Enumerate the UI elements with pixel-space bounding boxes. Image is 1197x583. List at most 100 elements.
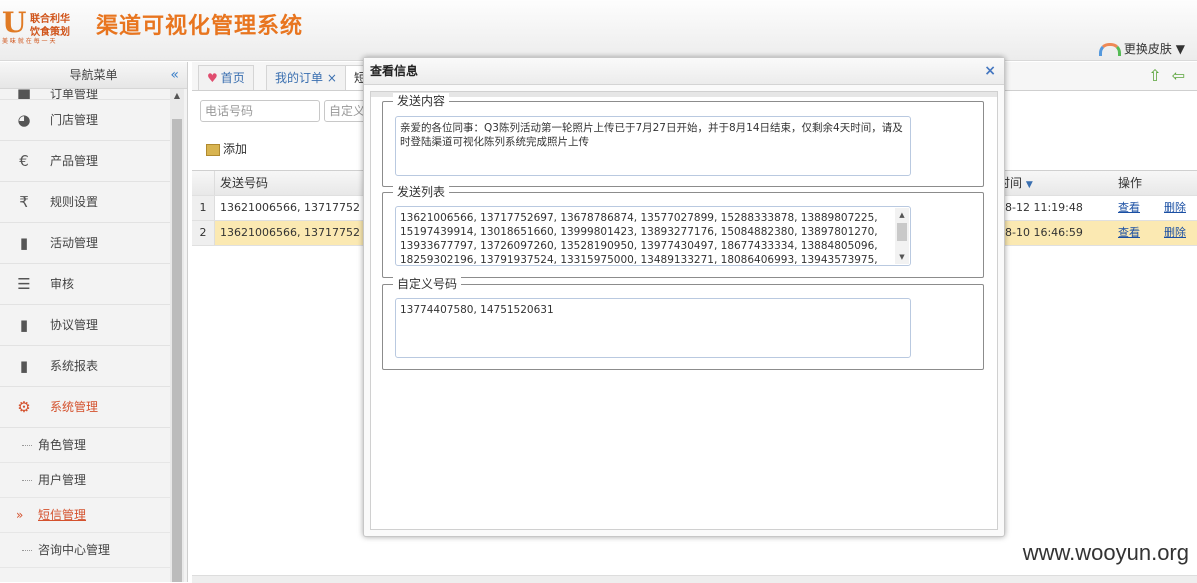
row-ops-cell: 查看 删除	[1118, 221, 1197, 245]
sidebar-scroll-thumb[interactable]	[172, 119, 182, 582]
send-list-scrollbar[interactable]: ▲ ▼	[895, 208, 909, 264]
scroll-up-arrow-icon[interactable]: ▲	[170, 91, 184, 100]
tab-home[interactable]: ♥ 首页	[198, 65, 254, 90]
tab-home-label: 首页	[220, 71, 245, 85]
sidebar-sub-roles[interactable]: 角色管理	[0, 428, 170, 463]
sidebar-item-activities[interactable]: ▮ 活动管理	[0, 223, 170, 264]
sidebar-item-rules[interactable]: ₹ 规则设置	[0, 182, 170, 223]
watermark: www.wooyun.org	[1022, 540, 1189, 565]
sidebar-item-label: 门店管理	[50, 113, 99, 127]
unilever-logo: U 联合利华 饮食策划 美 味 就 在 每 一 天	[2, 6, 78, 46]
sidebar-item-label: 系统报表	[50, 359, 99, 373]
sidebar-item-label: 审核	[50, 277, 75, 291]
arrow-left-icon[interactable]: ⇦	[1172, 66, 1185, 85]
sidebar-header: 导航菜单 «	[0, 62, 187, 89]
row-number-header	[192, 171, 215, 195]
custom-numbers-legend: 自定义号码	[393, 276, 462, 292]
rupee-icon: ₹	[19, 193, 29, 211]
column-header-numbers[interactable]: 发送号码	[220, 171, 360, 195]
custom-numbers-fieldset: 自定义号码 13774407580, 14751520631	[382, 276, 984, 370]
sort-desc-icon: ▼	[1025, 180, 1033, 190]
delete-link[interactable]: 删除	[1164, 201, 1186, 214]
heart-icon: ♥	[207, 71, 218, 85]
sidebar-sub-label: 咨询中心管理	[38, 543, 111, 557]
custom-numbers-textarea[interactable]: 13774407580, 14751520631	[395, 298, 911, 358]
document-icon: ▮	[19, 316, 29, 334]
view-info-dialog: 查看信息 × 发送内容 亲爱的各位同事：Q3陈列活动第一轮照片上传已于7月27日…	[363, 57, 1005, 537]
sidebar-sub-users[interactable]: 用户管理	[0, 463, 170, 498]
content-textarea[interactable]: 亲爱的各位同事：Q3陈列活动第一轮照片上传已于7月27日开始，并于8月14日结束…	[395, 116, 911, 176]
content-fieldset: 发送内容 亲爱的各位同事：Q3陈列活动第一轮照片上传已于7月27日开始，并于8月…	[382, 93, 984, 187]
dashboard-icon: ◕	[17, 111, 31, 129]
sidebar-sub-consult[interactable]: 咨询中心管理	[0, 533, 170, 568]
row-time-cell: 08-12 11:19:48	[998, 201, 1083, 214]
view-link[interactable]: 查看	[1118, 226, 1140, 239]
dialog-body: 发送内容 亲爱的各位同事：Q3陈列活动第一轮照片上传已于7月27日开始，并于8月…	[370, 91, 998, 530]
send-list-fieldset: 发送列表 13621006566, 13717752697, 136787868…	[382, 184, 984, 278]
sidebar-sub-label: 短信管理	[38, 508, 87, 522]
document-icon: ▮	[19, 234, 29, 252]
tab-close-icon[interactable]: ×	[327, 71, 337, 85]
column-header-time[interactable]: 时间 ▼	[998, 171, 1110, 197]
sidebar-item-agreements[interactable]: ▮ 协议管理	[0, 305, 170, 346]
sidebar-item-reports[interactable]: ▮ 系统报表	[0, 346, 170, 387]
sidebar-item-label: 订单管理	[50, 89, 99, 100]
rainbow-icon	[1098, 43, 1121, 56]
content-legend: 发送内容	[393, 93, 450, 109]
row-ops-cell: 查看 删除	[1118, 196, 1197, 220]
add-icon	[206, 143, 220, 156]
sidebar-item-products[interactable]: € 产品管理	[0, 141, 170, 182]
arrow-up-icon[interactable]: ⇧	[1148, 66, 1161, 85]
sidebar-item-stores[interactable]: ◕ 门店管理	[0, 100, 170, 141]
row-number: 2	[192, 221, 215, 245]
sidebar-sub-sms[interactable]: 短信管理	[0, 498, 170, 533]
row-numbers-cell: 13621006566, 13717752697,	[220, 201, 360, 214]
send-list-textarea[interactable]: 13621006566, 13717752697, 13678786874, 1…	[395, 206, 911, 266]
tab-my-orders-label: 我的订单	[275, 71, 324, 85]
sidebar-item-label: 规则设置	[50, 195, 99, 209]
dialog-titlebar[interactable]: 查看信息 ×	[364, 58, 1004, 85]
sidebar-menu: ■ 订单管理 ◕ 门店管理 € 产品管理 ₹ 规则设置 ▮ 活动管理 ☰ 审核 …	[0, 89, 170, 568]
close-icon[interactable]: ×	[984, 58, 996, 84]
sidebar-title: 导航菜单	[69, 68, 118, 82]
euro-icon: €	[19, 152, 29, 170]
list-icon: ☰	[17, 275, 31, 293]
delete-link[interactable]: 删除	[1164, 226, 1186, 239]
sidebar: 导航菜单 « ■ 订单管理 ◕ 门店管理 € 产品管理 ₹ 规则设置 ▮ 活动管…	[0, 62, 188, 582]
cart-icon: ■	[16, 89, 32, 100]
change-skin-label: 更换皮肤	[1123, 42, 1172, 56]
send-list-legend: 发送列表	[393, 184, 450, 200]
sidebar-item-label: 协议管理	[50, 318, 99, 332]
sidebar-item-label: 活动管理	[50, 236, 99, 250]
add-button-label: 添加	[223, 142, 248, 156]
system-title: 渠道可视化管理系统	[96, 14, 304, 39]
tab-my-orders[interactable]: 我的订单 ×	[266, 65, 346, 90]
sidebar-item-system[interactable]: ⚙ 系统管理	[0, 387, 170, 428]
dialog-top-bar	[371, 92, 997, 97]
collapse-sidebar-icon[interactable]: «	[170, 62, 179, 88]
sidebar-item-label: 系统管理	[50, 400, 99, 414]
column-header-ops: 操作	[1118, 176, 1143, 190]
phone-search-input[interactable]: 电话号码	[200, 100, 320, 122]
sidebar-item-label: 产品管理	[50, 154, 99, 168]
logo-mark: U	[2, 6, 27, 39]
row-number: 1	[192, 196, 215, 220]
change-skin-menu[interactable]: 更换皮肤 ▼	[1098, 40, 1185, 57]
add-button[interactable]: 添加	[206, 140, 247, 157]
sidebar-sub-label: 角色管理	[38, 438, 87, 452]
scroll-down-arrow-icon[interactable]: ▼	[895, 250, 909, 264]
sidebar-item-review[interactable]: ☰ 审核	[0, 264, 170, 305]
scroll-up-arrow-icon[interactable]: ▲	[895, 208, 909, 222]
dialog-title: 查看信息	[370, 64, 419, 78]
sidebar-sub-label: 用户管理	[38, 473, 87, 487]
send-list-scroll-thumb[interactable]	[897, 223, 907, 241]
caret-down-icon: ▼	[1175, 42, 1185, 56]
view-link[interactable]: 查看	[1118, 201, 1140, 214]
sidebar-item-orders[interactable]: ■ 订单管理	[0, 89, 170, 100]
send-list-text: 13621006566, 13717752697, 13678786874, 1…	[400, 212, 878, 266]
row-numbers-cell: 13621006566, 13717752697,	[220, 226, 360, 239]
toolbar-icons: ⇧ ⇦	[1148, 66, 1185, 85]
sidebar-scrollbar[interactable]: ▲	[170, 89, 184, 582]
logo-slogan: 美 味 就 在 每 一 天	[2, 38, 56, 45]
row-time-cell: 08-10 16:46:59	[998, 226, 1083, 239]
